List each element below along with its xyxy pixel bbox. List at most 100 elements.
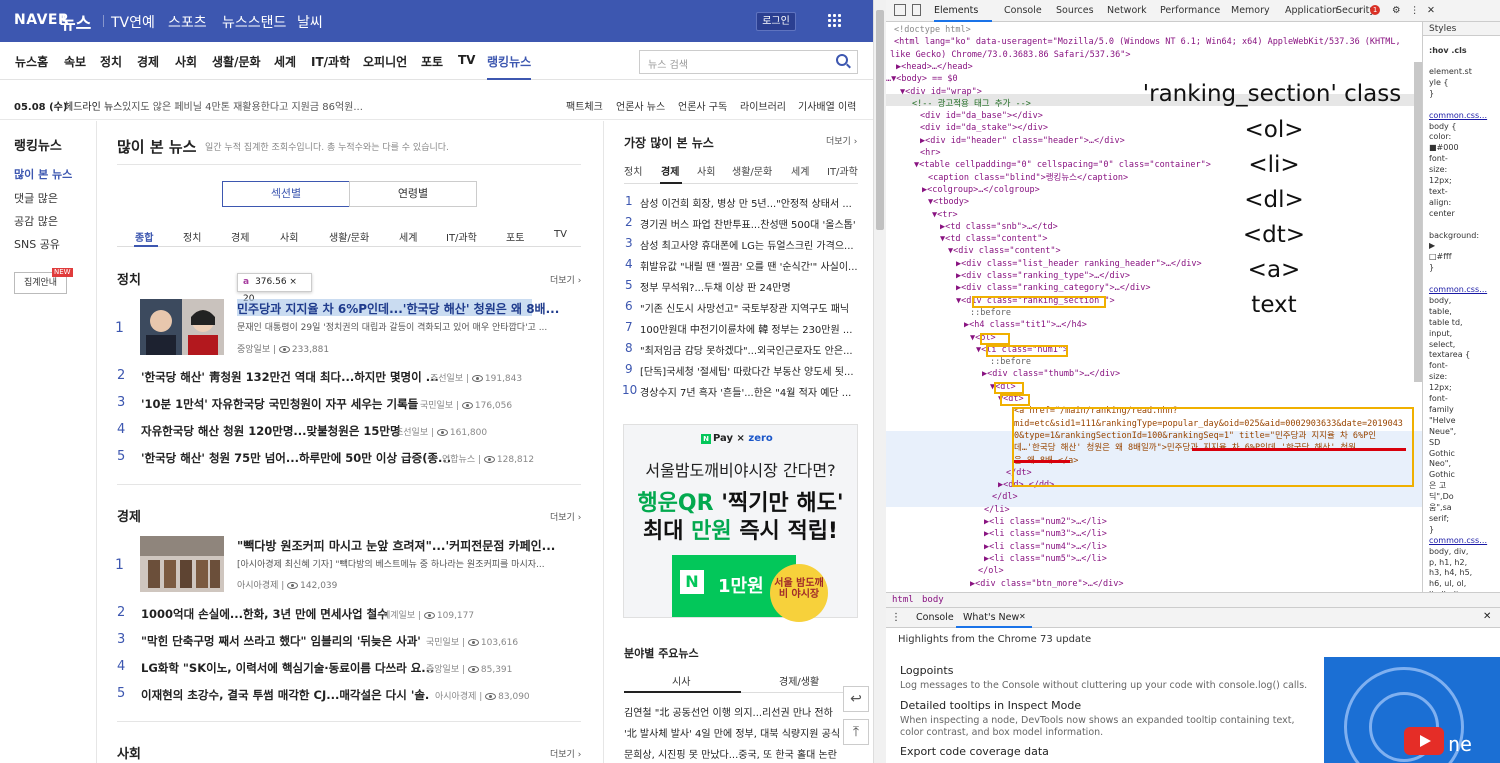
code-line[interactable]: ▶<h4 class="tit1">…</h4>	[964, 319, 1087, 331]
list-item[interactable]: 문희상, 시진핑 못 만났다...중국, 또 한국 홀대 논란	[624, 746, 839, 761]
article-title[interactable]: "막힌 단축구멍 째서 쓰라고 했다" 임블리의 '뒤늦은 사과'	[141, 633, 421, 649]
code-line[interactable]: <!doctype html>	[894, 24, 971, 36]
scrollbar-thumb[interactable]	[876, 10, 884, 230]
economy-title[interactable]: 경제	[117, 506, 141, 525]
list-item[interactable]: 경기권 버스 파업 찬반투표...찬성땐 500대 '올스톱'	[640, 216, 858, 231]
code-line[interactable]: <div id="da_stake"></div>	[920, 122, 1048, 134]
link-factcheck[interactable]: 팩트체크	[566, 98, 603, 113]
code-line[interactable]: ::before	[990, 356, 1031, 368]
code-line[interactable]: <div id="da_base"></div>	[920, 110, 1043, 122]
top-article-title[interactable]: "빽다방 원조커피 마시고 눈앞 흐려져"...'커피전문점 카페인...	[237, 537, 555, 554]
code-line[interactable]: ::before	[970, 307, 1011, 319]
code-line[interactable]: <hr>	[920, 147, 940, 159]
news-brand[interactable]: 뉴스	[60, 9, 91, 34]
code-line[interactable]: <!-- 광고적용 태그 추가 -->	[912, 98, 1031, 110]
back-icon[interactable]: ↩	[843, 686, 869, 712]
scroll-top-icon[interactable]: ⤒	[843, 719, 869, 745]
society-more-link[interactable]: 더보기 ›	[550, 747, 581, 760]
list-item[interactable]: '北 발사체 발사' 4일 만에 정부, 대북 식량지원 공식	[624, 725, 839, 740]
tab-society[interactable]: 사회	[280, 229, 298, 244]
code-line[interactable]: ▶<div id="header" class="header">…</div>	[920, 135, 1125, 147]
code-line[interactable]: …▼<body> == $0	[886, 73, 958, 85]
nav-ranking[interactable]: 랭킹뉴스	[487, 53, 532, 80]
list-item[interactable]: 정부 무석워?...두채 이상 판 24만명	[640, 279, 858, 294]
nav-life-culture[interactable]: 생활/문화	[212, 53, 261, 70]
nav-breaking[interactable]: 속보	[64, 53, 86, 70]
code-line[interactable]: ▼<td class="content">	[940, 233, 1047, 245]
code-line[interactable]: <caption class="blind">랭킹뉴스</caption>	[928, 172, 1128, 184]
tab-politics[interactable]: 정치	[183, 229, 201, 244]
close-drawer-icon[interactable]: ✕	[1483, 611, 1491, 622]
close-devtools-icon[interactable]: ✕	[1427, 5, 1435, 16]
most-viewed-more[interactable]: 더보기 ›	[826, 134, 857, 147]
politics-thumbnail[interactable]	[140, 299, 224, 355]
close-tab-icon[interactable]: ✕	[1019, 612, 1026, 621]
tab-life-culture[interactable]: 생활/문화	[329, 229, 369, 244]
code-line[interactable]: ▼<table cellpadding="0" cellspacing="0" …	[914, 159, 1211, 171]
tab-elements[interactable]: Elements	[934, 5, 978, 16]
sub-tab-economy-life[interactable]: 경제/생활	[779, 673, 819, 688]
code-line[interactable]: </li>	[984, 504, 1010, 516]
breadcrumb-body[interactable]: body	[922, 595, 944, 605]
code-line[interactable]: ▶<head>…</head>	[896, 61, 973, 73]
top-article-title[interactable]: 민주당과 지지율 차 6%P인데...'한국당 해산' 청원은 왜 8배...	[237, 300, 559, 317]
code-line[interactable]: <html lang="ko" data-useragent="Mozilla/…	[894, 36, 1401, 48]
code-line[interactable]: ▼<tbody>	[928, 196, 969, 208]
code-line[interactable]: </ol>	[978, 565, 1004, 577]
nav-it-science[interactable]: IT/과학	[311, 53, 350, 70]
settings-icon[interactable]: ⚙	[1392, 5, 1401, 16]
article-title[interactable]: 1000억대 손실에...한화, 3년 만에 면세사업 철수	[141, 606, 388, 622]
nav-world[interactable]: 세계	[274, 53, 296, 70]
code-line[interactable]: like Gecko) Chrome/73.0.3683.86 Safari/5…	[890, 49, 1131, 61]
drawer-tab-whats-new[interactable]: What's New	[963, 612, 1019, 623]
top-menu-weather[interactable]: 날씨	[297, 12, 323, 32]
code-line[interactable]: ▶<div class="thumb">…</div>	[982, 368, 1120, 380]
rc-tab-it-science[interactable]: IT/과학	[827, 163, 858, 178]
rc-tab-world[interactable]: 세계	[791, 163, 809, 178]
nav-politics[interactable]: 정치	[100, 53, 122, 70]
tab-photo[interactable]: 포토	[506, 229, 524, 244]
sidebar-item-sns-share[interactable]: SNS 공유	[14, 236, 60, 252]
list-item[interactable]: 경상수지 7년 흑자 '흔들'...한은 "4월 적자 예단 ...	[640, 384, 858, 399]
link-press-news[interactable]: 언론사 뉴스	[616, 98, 665, 113]
top-menu-sports[interactable]: 스포츠	[168, 12, 207, 32]
code-line[interactable]: ▶<li class="num2">…</li>	[984, 516, 1107, 528]
list-item[interactable]: "최저임금 감당 못하겠다"...외국인근로자도 안은...	[640, 342, 858, 357]
nav-economy[interactable]: 경제	[137, 53, 159, 70]
code-line[interactable]: ▼<div id="wrap">	[900, 86, 982, 98]
code-line[interactable]: ▶<div class="list_header ranking_header"…	[956, 258, 1202, 270]
list-item[interactable]: 삼성 이건희 회장, 병상 만 5년..."안정적 상태서 ...	[640, 195, 858, 210]
tab-console[interactable]: Console	[1004, 5, 1042, 16]
tab-sources[interactable]: Sources	[1056, 5, 1094, 16]
link-history[interactable]: 기사배열 이력	[798, 98, 856, 113]
styles-tab[interactable]: Styles	[1429, 24, 1456, 35]
nav-news-home[interactable]: 뉴스홈	[15, 53, 48, 70]
tab-performance[interactable]: Performance	[1160, 5, 1220, 16]
link-library[interactable]: 라이브러리	[740, 98, 786, 113]
drawer-menu-icon[interactable]: ⋮	[891, 612, 901, 623]
breadcrumb-html[interactable]: html	[892, 595, 914, 605]
code-line[interactable]: ▶<div class="ranking_category">…</div>	[956, 282, 1150, 294]
economy-more-link[interactable]: 더보기 ›	[550, 510, 581, 523]
nav-opinion[interactable]: 오피니언	[363, 53, 407, 70]
society-title[interactable]: 사회	[117, 743, 141, 762]
inspect-element-icon[interactable]	[894, 4, 906, 16]
elements-scrollbar[interactable]	[1414, 62, 1422, 382]
rc-tab-economy[interactable]: 경제	[661, 163, 679, 178]
politics-more-link[interactable]: 더보기 ›	[550, 273, 581, 286]
code-line[interactable]: ▶<li class="num3">…</li>	[984, 528, 1107, 540]
article-title[interactable]: '한국당 해산' 청원 75만 넘어...하루만에 50만 이상 급증(종...	[141, 450, 451, 466]
tab-world[interactable]: 세계	[399, 229, 417, 244]
top-menu-newsstand[interactable]: 뉴스스탠드	[222, 12, 286, 32]
youtube-play-icon[interactable]	[1404, 727, 1444, 755]
login-button[interactable]: 로그인	[756, 12, 796, 31]
list-item[interactable]: 100만원대 中전기이륜차에 韓 정부는 230만원 ...	[640, 321, 858, 336]
article-title[interactable]: 자유한국당 해산 청원 120만명...맞불청원은 15만명	[141, 423, 401, 439]
sub-tab-current[interactable]: 시사	[672, 673, 690, 688]
sidebar-item-most-comments[interactable]: 댓글 많은	[14, 190, 58, 206]
tab-application[interactable]: Application	[1285, 5, 1338, 16]
code-line[interactable]: </dl>	[992, 491, 1018, 503]
politics-title[interactable]: 정치	[117, 269, 141, 288]
toggle-by-section[interactable]: 섹션별	[222, 181, 350, 207]
page-scrollbar[interactable]	[873, 0, 886, 763]
